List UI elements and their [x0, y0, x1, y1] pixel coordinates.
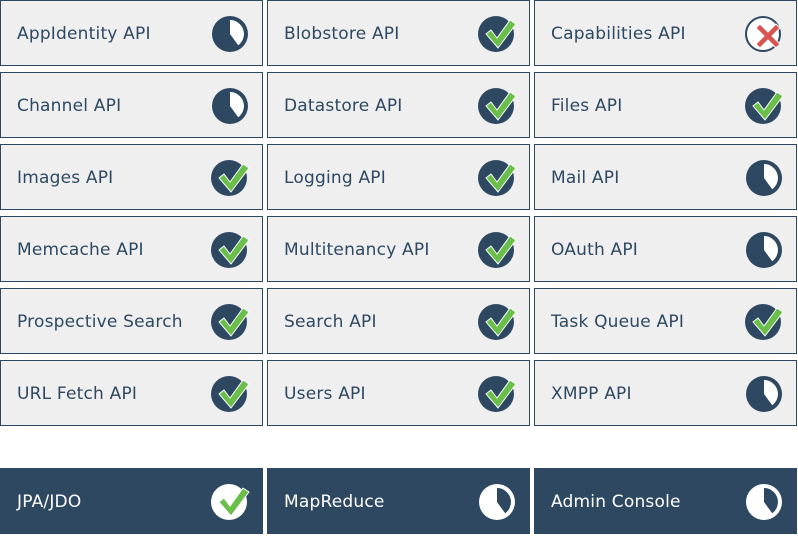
tile-memcache-api[interactable]: Memcache API — [0, 216, 263, 282]
tile-files-api[interactable]: Files API — [534, 72, 797, 138]
tile-label: Prospective Search — [17, 312, 183, 332]
tile-label: Files API — [551, 96, 623, 116]
check-icon — [744, 86, 784, 126]
tile-prospective-search[interactable]: Prospective Search — [0, 288, 263, 354]
tile-label: Task Queue API — [551, 312, 685, 332]
tile-label: Channel API — [17, 96, 122, 116]
tile-datastore-api[interactable]: Datastore API — [267, 72, 530, 138]
tile-admin-console[interactable]: Admin Console — [534, 468, 797, 534]
pie-clock-icon — [744, 230, 784, 270]
tile-channel-api[interactable]: Channel API — [0, 72, 263, 138]
tile-label: Multitenancy API — [284, 240, 430, 260]
tile-logging-api[interactable]: Logging API — [267, 144, 530, 210]
tile-label: URL Fetch API — [17, 384, 138, 404]
tile-capabilities-api[interactable]: Capabilities API — [534, 0, 797, 66]
tile-users-api[interactable]: Users API — [267, 360, 530, 426]
tile-label: Logging API — [284, 168, 386, 188]
pie-clock-icon — [744, 158, 784, 198]
tile-label: MapReduce — [284, 492, 385, 512]
check-icon — [744, 302, 784, 342]
tile-blobstore-api[interactable]: Blobstore API — [267, 0, 530, 66]
tile-label: Mail API — [551, 168, 620, 188]
tile-label: Blobstore API — [284, 24, 400, 44]
check-icon — [210, 302, 250, 342]
check-icon — [210, 374, 250, 414]
cross-icon — [744, 14, 784, 54]
tile-label: Datastore API — [284, 96, 403, 116]
tile-label: JPA/JDO — [17, 492, 82, 512]
check-icon — [477, 158, 517, 198]
check-icon — [210, 482, 250, 522]
pie-clock-icon — [210, 86, 250, 126]
tile-xmpp-api[interactable]: XMPP API — [534, 360, 797, 426]
check-icon — [210, 230, 250, 270]
check-icon — [477, 230, 517, 270]
tile-task-queue-api[interactable]: Task Queue API — [534, 288, 797, 354]
tile-label: AppIdentity API — [17, 24, 151, 44]
tile-label: Search API — [284, 312, 377, 332]
check-icon — [477, 374, 517, 414]
tile-mail-api[interactable]: Mail API — [534, 144, 797, 210]
tile-label: Capabilities API — [551, 24, 686, 44]
pie-clock-icon — [744, 374, 784, 414]
check-icon — [210, 158, 250, 198]
tile-label: Images API — [17, 168, 114, 188]
tile-images-api[interactable]: Images API — [0, 144, 263, 210]
tile-mapreduce[interactable]: MapReduce — [267, 468, 530, 534]
tile-label: Admin Console — [551, 492, 681, 512]
tile-search-api[interactable]: Search API — [267, 288, 530, 354]
tile-appidentity-api[interactable]: AppIdentity API — [0, 0, 263, 66]
tile-label: XMPP API — [551, 384, 632, 404]
pie-clock-icon — [744, 482, 784, 522]
tile-multitenancy-api[interactable]: Multitenancy API — [267, 216, 530, 282]
tile-url-fetch-api[interactable]: URL Fetch API — [0, 360, 263, 426]
tile-label: Users API — [284, 384, 366, 404]
tile-label: OAuth API — [551, 240, 639, 260]
check-icon — [477, 86, 517, 126]
tile-jpa-jdo[interactable]: JPA/JDO — [0, 468, 263, 534]
tile-label: Memcache API — [17, 240, 144, 260]
check-icon — [477, 14, 517, 54]
tile-oauth-api[interactable]: OAuth API — [534, 216, 797, 282]
pie-clock-icon — [477, 482, 517, 522]
check-icon — [477, 302, 517, 342]
pie-clock-icon — [210, 14, 250, 54]
